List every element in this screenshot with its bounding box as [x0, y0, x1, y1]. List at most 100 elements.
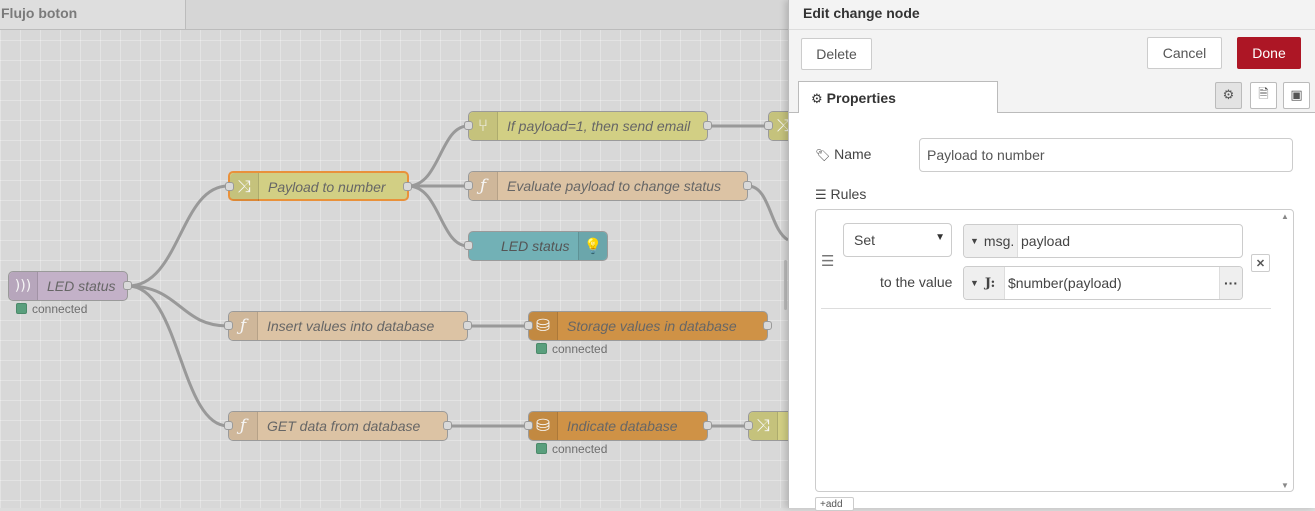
node-partial-change[interactable]: ⤨: [764, 111, 788, 141]
output-port[interactable]: [703, 421, 712, 430]
wire: [407, 184, 469, 248]
input-port[interactable]: [224, 321, 233, 330]
input-port[interactable]: [225, 182, 234, 191]
target-type-selector[interactable]: ▼ msg.: [964, 225, 1018, 257]
rule-value-input[interactable]: ▼ J: $number(payload) ···: [963, 266, 1243, 300]
node-insert-values-function[interactable]: ƒ Insert values into database: [224, 311, 472, 341]
output-port[interactable]: [743, 181, 752, 190]
tray-resize-handle[interactable]: [784, 260, 787, 310]
name-label: Name: [834, 146, 872, 162]
input-port[interactable]: [464, 241, 473, 250]
target-value: payload: [1021, 233, 1071, 249]
frame-icon: ▣: [1290, 88, 1303, 103]
name-input[interactable]: Payload to number: [919, 138, 1293, 172]
expand-editor-button[interactable]: ···: [1219, 267, 1242, 299]
tray-title: Edit change node: [789, 0, 1315, 30]
target-type-label: msg.: [983, 233, 1015, 249]
node-evaluate-payload-function[interactable]: ƒ Evaluate payload to change status: [464, 171, 752, 201]
node-if-payload-switch[interactable]: ⑂ If payload=1, then send email: [464, 111, 712, 141]
rule-target-input[interactable]: ▼ msg. payload: [963, 224, 1243, 258]
input-port[interactable]: [224, 421, 233, 430]
add-rule-button[interactable]: +add: [815, 497, 854, 511]
name-label-row: 🏷 Name: [815, 146, 871, 162]
cancel-button[interactable]: Cancel: [1147, 37, 1222, 69]
output-port[interactable]: [403, 182, 412, 191]
input-port[interactable]: [524, 321, 533, 330]
wire: [747, 184, 788, 242]
rule-action-value: Set: [854, 232, 876, 248]
output-port[interactable]: [463, 321, 472, 330]
node-label: GET data from database: [267, 418, 421, 434]
input-port[interactable]: [524, 421, 533, 430]
drag-handle-icon[interactable]: ☰: [821, 252, 834, 270]
node-label: LED status: [501, 238, 570, 254]
node-label: Insert values into database: [267, 318, 435, 334]
node-status: connected: [536, 342, 607, 356]
value-expression: $number(payload): [1008, 275, 1122, 291]
remove-rule-button[interactable]: ✕: [1251, 254, 1270, 272]
node-led-status-websocket[interactable]: ))) LED status: [8, 271, 132, 301]
node-payload-to-number[interactable]: ⤨ Payload to number: [225, 171, 412, 201]
switch-icon: ⑂: [469, 112, 498, 140]
input-port[interactable]: [744, 421, 753, 430]
node-settings-tab-button[interactable]: ⚙: [1215, 82, 1242, 109]
chevron-down-icon: ▼: [935, 232, 945, 243]
scroll-down-icon[interactable]: ▼: [1281, 481, 1289, 490]
node-storage-values-database[interactable]: ⛁ Storage values in database: [524, 311, 772, 341]
tab-properties-label: Properties: [826, 90, 896, 106]
database-icon: ⛁: [529, 312, 558, 340]
node-led-status-output[interactable]: LED status 💡: [464, 231, 608, 261]
node-get-data-function[interactable]: ƒ GET data from database: [224, 411, 452, 441]
delete-button[interactable]: Delete: [801, 38, 872, 70]
input-port[interactable]: [464, 121, 473, 130]
shuffle-icon: ⤨: [230, 173, 259, 201]
node-status: connected: [16, 302, 87, 316]
database-icon: ⛁: [529, 412, 558, 440]
node-label: Evaluate payload to change status: [507, 178, 722, 194]
add-rule-label: add: [825, 499, 843, 510]
websocket-icon: ))): [9, 272, 38, 300]
node-label: Indicate database: [567, 418, 678, 434]
scroll-up-icon[interactable]: ▲: [1281, 212, 1289, 221]
status-text: connected: [32, 302, 88, 316]
list-icon: ☰: [815, 188, 827, 203]
status-dot-icon: [16, 303, 27, 314]
rules-label-row: ☰ Rules: [815, 186, 866, 203]
input-port[interactable]: [464, 181, 473, 190]
output-port[interactable]: [763, 321, 772, 330]
node-label: If payload=1, then send email: [507, 118, 691, 134]
status-text: connected: [552, 442, 608, 456]
status-text: connected: [552, 342, 608, 356]
rule-action-select[interactable]: Set ▼: [843, 223, 952, 257]
ellipsis-icon: ···: [1224, 275, 1238, 291]
node-label: LED status: [47, 278, 116, 294]
node-status: connected: [536, 442, 607, 456]
document-icon: 🗎: [1258, 86, 1269, 102]
tray-toolbar: Delete Cancel Done: [789, 30, 1315, 78]
tag-icon: 🏷: [815, 148, 831, 162]
node-label: Storage values in database: [567, 318, 737, 334]
led-icon: 💡: [578, 232, 607, 260]
description-tab-button[interactable]: 🗎: [1250, 82, 1277, 109]
done-button[interactable]: Done: [1237, 37, 1301, 69]
jsonata-icon: J:: [984, 275, 996, 291]
output-port[interactable]: [443, 421, 452, 430]
rules-scrollbar[interactable]: ▲ ▼: [1279, 212, 1291, 490]
tab-properties[interactable]: ⚙ Properties: [798, 81, 998, 113]
output-port[interactable]: [703, 121, 712, 130]
appearance-tab-button[interactable]: ▣: [1283, 82, 1310, 109]
value-type-selector[interactable]: ▼ J:: [964, 267, 1005, 299]
output-port[interactable]: [123, 281, 132, 290]
flow-workspace[interactable]: Flujo boton ))) LED status connected ⤨ P…: [0, 0, 788, 508]
caret-down-icon: ▼: [970, 236, 979, 246]
function-icon: ƒ: [229, 312, 258, 340]
wire: [127, 284, 229, 428]
close-icon: ✕: [1255, 257, 1266, 270]
gear-icon: ⚙: [811, 92, 823, 107]
input-port[interactable]: [764, 121, 773, 130]
node-partial-change[interactable]: ⤨: [744, 411, 788, 441]
to-the-value-label: to the value: [880, 274, 953, 290]
wire: [407, 124, 469, 188]
rules-label: Rules: [830, 186, 867, 202]
node-indicate-database[interactable]: ⛁ Indicate database: [524, 411, 712, 441]
